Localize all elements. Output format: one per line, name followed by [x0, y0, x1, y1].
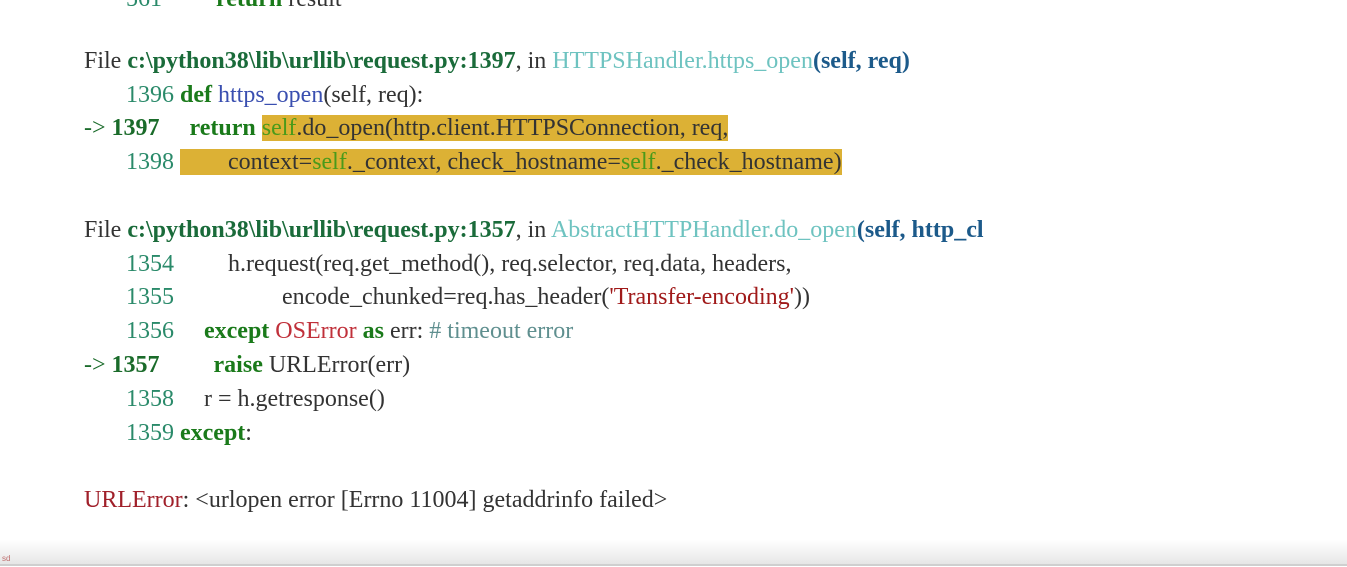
frame-header: File c:\python38\lib\urllib\request.py:1…: [84, 48, 910, 74]
frame-header: File c:\python38\lib\urllib\request.py:1…: [84, 217, 984, 243]
arrow-marker: ->: [84, 352, 106, 378]
error-type: URLError: [84, 487, 183, 513]
code-line: 1356 except OSError as err: # timeout er…: [126, 318, 574, 344]
code-line: 1396 def https_open(self, req):: [126, 82, 424, 108]
code-line: 1358 r = h.getresponse(): [126, 386, 385, 412]
error-message: URLError: <urlopen error [Errno 11004] g…: [84, 487, 668, 513]
code-line-current: -> 1397 return self.do_open(http.client.…: [84, 115, 729, 141]
cell-footer-divider: [0, 540, 1347, 566]
code-line: 1398 context=self._context, check_hostna…: [126, 149, 842, 175]
code-line-current: -> 1357 raise URLError(err): [84, 352, 411, 378]
footer-tag: sd: [2, 554, 11, 563]
file-path[interactable]: c:\python38\lib\urllib\request.py:1397: [127, 48, 515, 74]
arrow-marker: ->: [84, 115, 106, 141]
function-name: AbstractHTTPHandler.do_open: [550, 217, 857, 243]
function-name: HTTPSHandler.https_open: [552, 48, 813, 74]
code-line-partial: 561 return result: [126, 0, 342, 14]
file-path[interactable]: c:\python38\lib\urllib\request.py:1357: [127, 217, 515, 243]
code-line: 1354 h.request(req.get_method(), req.sel…: [126, 251, 792, 277]
code-line: 1359 except:: [126, 420, 252, 446]
code-line: 1355 encode_chunked=req.has_header('Tran…: [126, 284, 810, 310]
